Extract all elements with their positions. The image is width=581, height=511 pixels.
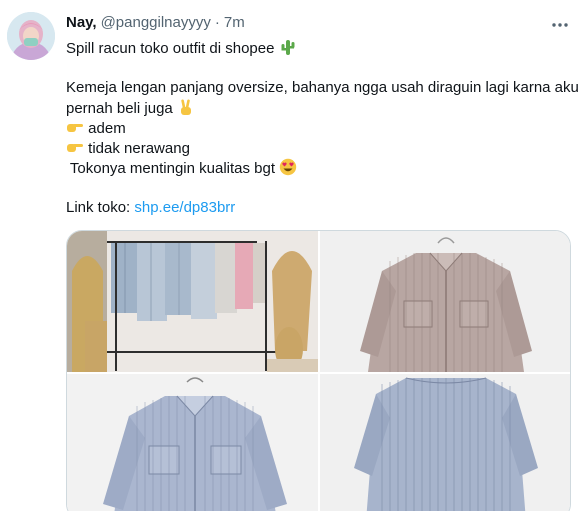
tweet-header: Nay, @panggilnayyyy · 7m xyxy=(66,14,245,34)
pointing-right-icon xyxy=(67,144,83,152)
more-options-button[interactable] xyxy=(549,14,571,36)
photo-blue-striped-shirt-back[interactable] xyxy=(320,374,570,511)
pointing-right-icon xyxy=(67,124,83,132)
author-name[interactable]: Nay, xyxy=(66,14,97,31)
text-line-link: Link toko: shp.ee/dp83brr xyxy=(66,199,236,216)
media-grid xyxy=(66,230,571,511)
clothing-rack-image xyxy=(67,231,318,372)
shop-link[interactable]: shp.ee/dp83brr xyxy=(134,199,235,216)
author-handle[interactable]: @panggilnayyyy xyxy=(101,14,211,31)
photo-blue-striped-shirt-front[interactable] xyxy=(67,374,318,511)
blue-striped-shirt-back-image xyxy=(320,374,570,511)
brown-striped-shirt-image xyxy=(320,231,570,372)
tweet-card: Nay, @panggilnayyyy · 7m Spill racun tok… xyxy=(0,0,581,511)
more-horizontal-icon xyxy=(552,23,568,27)
avatar[interactable] xyxy=(7,12,55,60)
text-line-1: Spill racun toko outfit di shopee xyxy=(66,38,571,58)
cactus-icon xyxy=(281,40,295,55)
photo-brown-striped-shirt[interactable] xyxy=(320,231,570,372)
text-line-3: Kemeja lengan panjang oversize, bahanya … xyxy=(66,79,579,96)
victory-hand-icon xyxy=(180,99,191,115)
separator-dot: · xyxy=(214,14,220,31)
timestamp[interactable]: 7m xyxy=(224,14,245,31)
text-line-4: pernah beli juga xyxy=(66,98,571,118)
text-line-7: Tokonya mentingin kualitas bgt xyxy=(66,158,571,178)
tweet-text: Spill racun toko outfit di shopee Kemeja… xyxy=(66,38,579,218)
avatar-image xyxy=(7,12,55,60)
blue-striped-shirt-front-image xyxy=(67,374,318,511)
photo-clothing-rack[interactable] xyxy=(67,231,318,372)
heart-eyes-icon xyxy=(280,158,297,176)
text-line-6: tidak nerawang xyxy=(66,138,571,158)
text-line-5: adem xyxy=(66,118,571,138)
